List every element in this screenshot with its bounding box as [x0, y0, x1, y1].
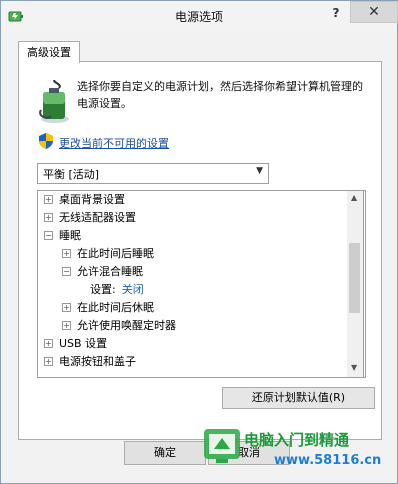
settings-tree[interactable]: + 桌面背景设置 + 无线适配器设置 − 睡眠 + 在此时间后睡眠 − 允许混合睡眠 设置… [37, 190, 366, 378]
description-text: 选择你要自定义的电源计划，然后选择你希望计算机管理的电源设置。 [77, 80, 363, 110]
tree-item-desktop-background[interactable]: + 桌面背景设置 [44, 191, 125, 209]
help-button[interactable]: ? [325, 4, 347, 22]
tree-item-usb-settings[interactable]: + USB 设置 [44, 335, 107, 353]
power-options-window: 电源选项 ? ✕ 高级设置 选择你要自定义的电源计划，然后选择你希望计算机管理的… [0, 0, 398, 484]
tree-item-hybrid-sleep-setting[interactable]: 设置: 关闭 [90, 281, 144, 299]
power-plan-value: 平衡 [活动] [43, 168, 100, 181]
collapse-icon[interactable]: − [62, 267, 71, 276]
watermark-title: 电脑入门到精通 [244, 431, 350, 449]
tree-item-power-buttons-lid[interactable]: + 电源按钮和盖子 [44, 353, 136, 371]
scrollbar-thumb[interactable] [349, 243, 360, 313]
expand-icon[interactable]: + [62, 303, 71, 312]
expand-icon[interactable]: + [62, 321, 71, 330]
collapse-icon[interactable]: − [44, 231, 53, 240]
expand-icon[interactable]: + [44, 195, 53, 204]
tree-item-wake-timers[interactable]: + 允许使用唤醒定时器 [62, 317, 176, 335]
expand-icon[interactable]: + [44, 357, 53, 366]
change-unavailable-settings-link[interactable]: 更改当前不可用的设置 [59, 135, 169, 151]
settings-panel: 选择你要自定义的电源计划，然后选择你希望计算机管理的电源设置。 更改当前不可用的… [18, 61, 382, 440]
ok-button[interactable]: 确定 [124, 441, 206, 465]
tree-item-allow-hybrid-sleep[interactable]: − 允许混合睡眠 [62, 263, 143, 281]
scroll-up-icon[interactable]: ▲ [351, 193, 357, 202]
tree-item-sleep-after[interactable]: + 在此时间后睡眠 [62, 245, 154, 263]
restore-plan-defaults-button[interactable]: 还原计划默认值(R) [222, 387, 375, 409]
chevron-down-icon: ▼ [256, 166, 263, 176]
uac-shield-icon [39, 133, 53, 149]
battery-plan-icon [39, 80, 69, 123]
tab-advanced-settings[interactable]: 高级设置 [18, 41, 80, 63]
scroll-down-icon[interactable]: ▼ [351, 363, 357, 372]
site-watermark: 电脑入门到精通 www.58116.cn [200, 423, 396, 481]
tree-scrollbar[interactable]: ▲ ▼ [347, 190, 364, 378]
watermark-logo-icon [204, 429, 240, 463]
title-bar: 电源选项 ? ✕ [1, 1, 398, 31]
expand-icon[interactable]: + [44, 339, 53, 348]
setting-value-link[interactable]: 关闭 [122, 283, 144, 296]
power-plan-dropdown[interactable]: 平衡 [活动] ▼ [37, 163, 269, 184]
watermark-url: www.58116.cn [274, 453, 382, 468]
tree-item-sleep[interactable]: − 睡眠 [44, 227, 81, 245]
tree-item-wireless-adapter[interactable]: + 无线适配器设置 [44, 209, 136, 227]
tree-item-hibernate-after[interactable]: + 在此时间后休眠 [62, 299, 154, 317]
expand-icon[interactable]: + [62, 249, 71, 258]
close-button[interactable]: ✕ [350, 1, 398, 23]
expand-icon[interactable]: + [44, 213, 53, 222]
